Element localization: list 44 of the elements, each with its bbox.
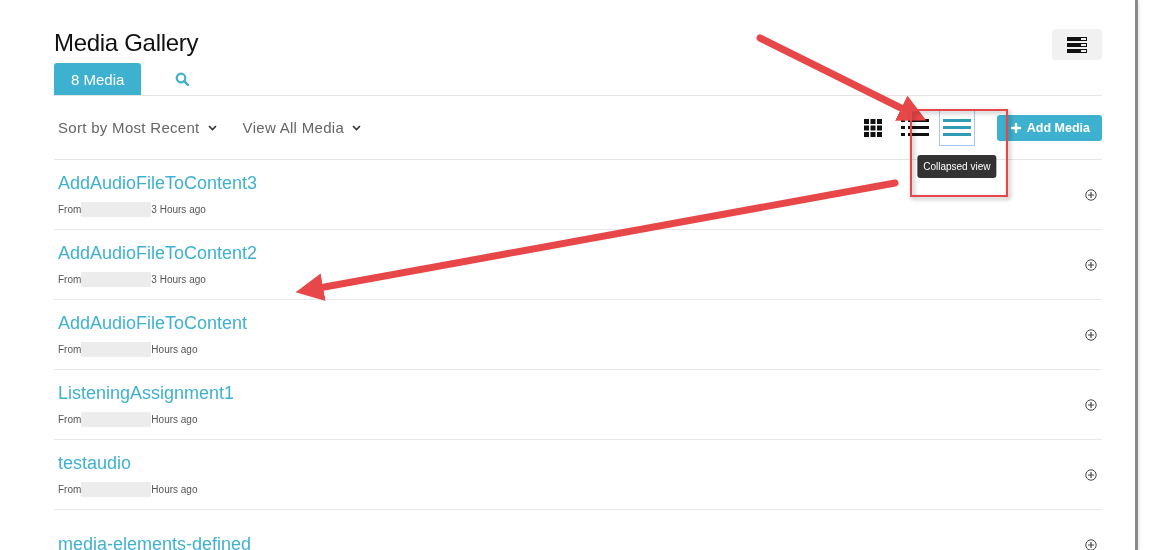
plus-circle-icon [1085,258,1097,271]
time-ago: 3 Hours ago [151,273,206,285]
grid-icon [863,118,882,137]
media-title-link[interactable]: ListeningAssignment1 [58,382,235,404]
from-label: From [58,483,82,495]
from-label: From [58,413,82,425]
media-title-link[interactable]: AddAudioFileToContent [58,312,248,334]
chevron-down-icon [352,124,362,131]
menu-lines-icon [942,118,971,137]
add-media-button[interactable]: Add Media [996,114,1102,141]
from-label: From [58,203,82,215]
media-title-link[interactable]: AddAudioFileToContent2 [58,242,258,264]
chevron-down-icon [207,124,217,131]
plus-circle-icon [1085,538,1097,550]
media-title-link[interactable]: AddAudioFileToContent3 [58,172,258,194]
time-ago: Hours ago [151,483,198,495]
media-tab[interactable]: 8 Media [54,63,142,95]
search-icon [175,72,190,86]
tooltip: Collapsed view [917,155,997,178]
plus-circle-icon [1085,188,1097,201]
stacked-bars-icon [1067,36,1087,53]
from-label: From [58,273,82,285]
media-title-link[interactable]: testaudio [58,452,198,474]
list-icon [900,118,929,137]
expand-button[interactable] [1084,537,1098,550]
plus-circle-icon [1085,398,1097,411]
time-ago: 3 Hours ago [151,203,206,215]
time-ago: Hours ago [151,413,198,425]
expand-button[interactable] [1084,467,1098,482]
expand-button[interactable] [1084,257,1098,272]
time-ago: Hours ago [151,343,198,355]
plus-icon [1010,122,1021,133]
from-label: From [58,343,82,355]
sort-dropdown[interactable]: Sort by Most Recent [58,119,217,136]
plus-circle-icon [1085,328,1097,341]
collapsed-view-button[interactable] [938,109,975,146]
media-title-link[interactable]: media-elements-defined [58,534,252,550]
expand-button[interactable] [1084,327,1098,342]
expand-button[interactable] [1084,397,1098,412]
filter-dropdown[interactable]: View All Media [242,119,362,136]
gallery-title: Media Gallery [54,29,200,57]
expand-button[interactable] [1084,187,1098,202]
plus-circle-icon [1085,468,1097,481]
options-button[interactable] [1052,29,1102,60]
